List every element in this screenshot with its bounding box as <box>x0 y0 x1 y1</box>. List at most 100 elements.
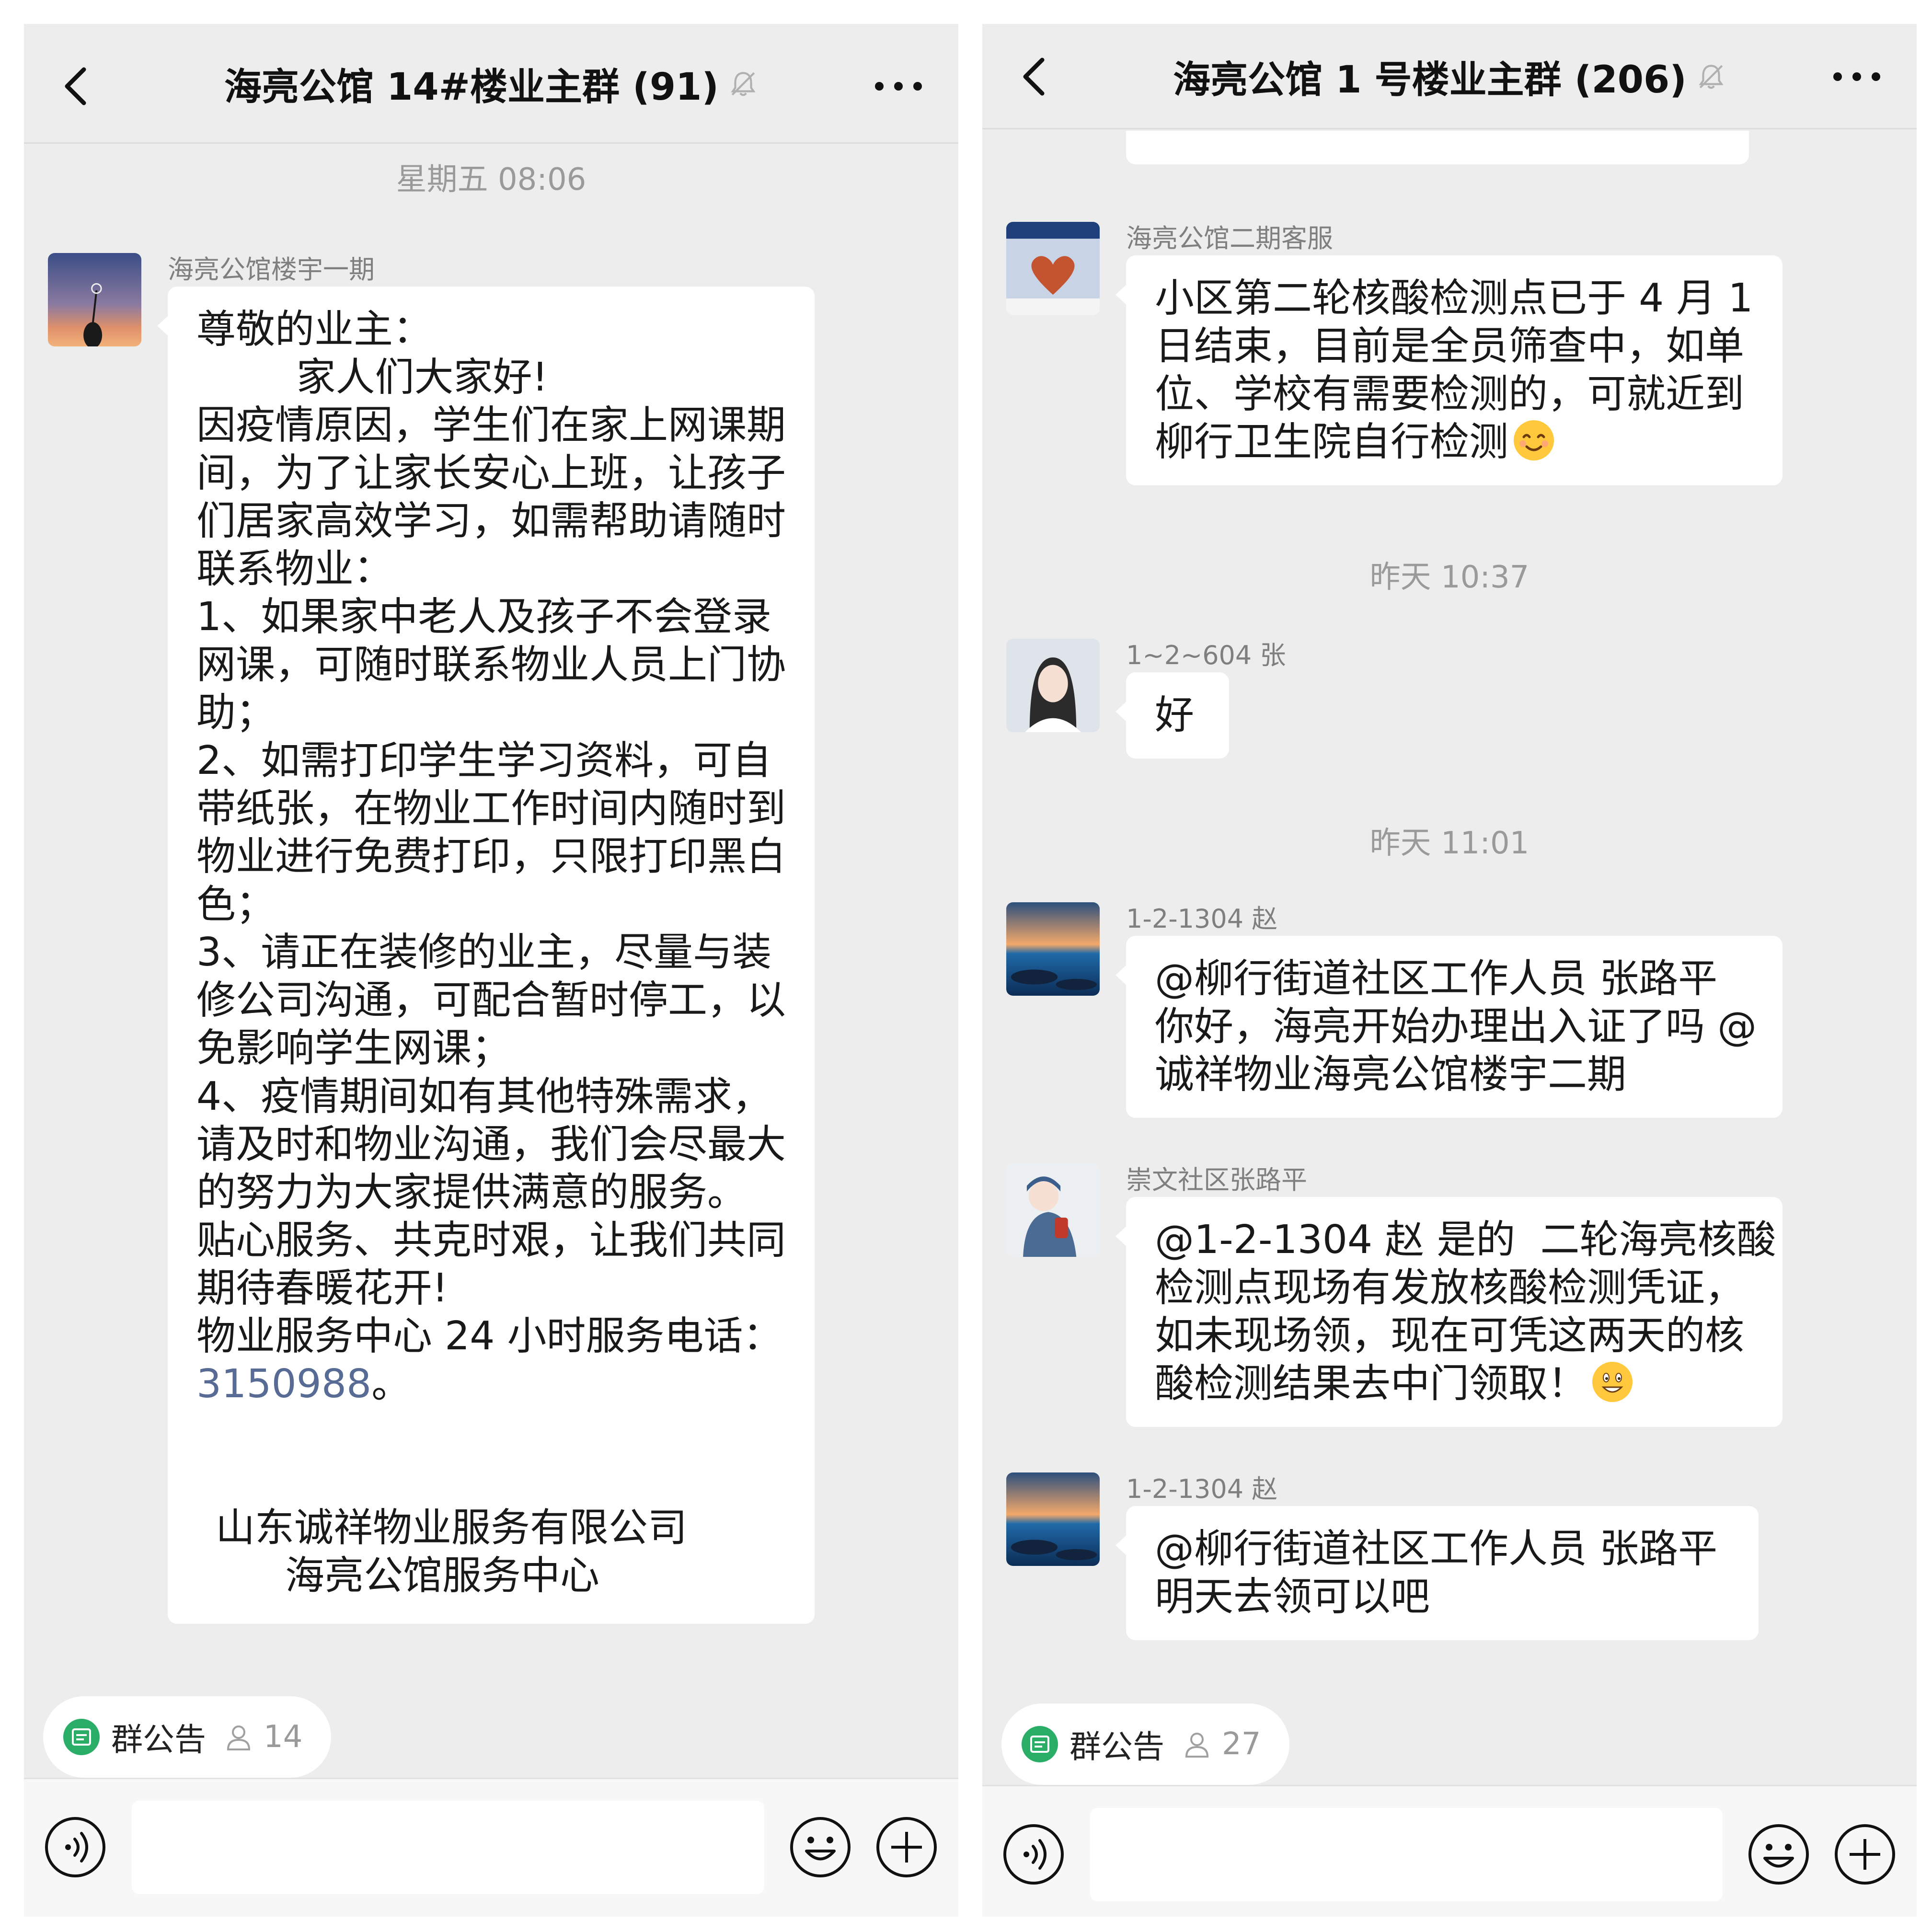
plus-icon[interactable] <box>1833 1822 1898 1887</box>
message-line: 检测点现场有发放核酸检测凭证， <box>1155 1265 1745 1311</box>
phone-line: 3150988。 <box>196 1360 786 1408</box>
message-line: @柳行街道社区工作人员 张路平 <box>1155 956 1718 1001</box>
back-arrow-icon[interactable] <box>53 58 101 115</box>
message-line: 小区第二轮核酸检测点已于 4 月 1 <box>1155 276 1753 321</box>
smile-emoji-icon <box>1514 420 1554 461</box>
notice-label: 群公告 <box>111 1721 206 1758</box>
more-dots-icon[interactable] <box>1830 62 1883 91</box>
sender-name: 1~2~604 张 <box>1126 640 1286 670</box>
message-line: 免影响学生网课； <box>196 1025 511 1071</box>
avatar[interactable] <box>1006 1163 1100 1257</box>
message-bubble[interactable]: 好 <box>1116 672 1229 759</box>
message-line: 4、疫情期间如有其他特殊需求， <box>196 1073 772 1119</box>
message-line: 请及时和物业沟通，我们会尽最大 <box>196 1121 786 1167</box>
voice-icon[interactable] <box>1001 1822 1066 1887</box>
nav-bar: 海亮公馆 1 号楼业主群 (206) <box>982 24 1917 129</box>
message-bubble-partial <box>1126 131 1749 164</box>
notice-label: 群公告 <box>1070 1728 1164 1765</box>
input-bar <box>24 1778 958 1917</box>
notice-icon <box>1022 1726 1058 1762</box>
message-line: 网课，可随时联系物业人员上门协 <box>196 642 786 688</box>
mute-bell-icon <box>1699 65 1724 89</box>
message-bubble[interactable]: @柳行街道社区工作人员 张路平 你好，海亮开始办理出入证了吗 @ 诚祥物业海亮公… <box>1116 936 1782 1118</box>
group-notice-chip[interactable]: 群公告 14 <box>43 1696 332 1778</box>
message-line-text: 酸检测结果去中门领取！ <box>1155 1361 1587 1407</box>
message-line: 柳行卫生院自行检测 <box>1155 418 1754 466</box>
avatar[interactable] <box>1006 222 1100 315</box>
message-line-text: 柳行卫生院自行检测 <box>1155 419 1509 465</box>
avatar[interactable] <box>1006 902 1100 996</box>
message-line: 因疫情原因，学生们在家上网课期 <box>196 402 786 448</box>
phone-suffix: 。 <box>371 1361 411 1407</box>
timestamp: 昨天 10:37 <box>1369 560 1530 595</box>
sender-name: 海亮公馆二期客服 <box>1126 223 1333 253</box>
message-line: 明天去领可以吧 <box>1155 1574 1430 1620</box>
group-notice-chip[interactable]: 群公告 27 <box>1001 1703 1290 1785</box>
avatar[interactable] <box>1006 639 1100 732</box>
message-line: 物业服务中心 24 小时服务电话： <box>196 1313 782 1359</box>
message-line: 贴心服务、共克时艰，让我们共同 <box>196 1217 786 1263</box>
grin-emoji-icon <box>1592 1362 1633 1403</box>
message-line: 带纸张，在物业工作时间内随时到 <box>196 786 786 832</box>
message-line: 2、如需打印学生学习资料，可自 <box>196 738 772 784</box>
signature-company: 山东诚祥物业服务有限公司 <box>216 1505 688 1551</box>
mute-bell-icon <box>731 72 756 96</box>
message-line: 尊敬的业主： <box>196 307 433 352</box>
emoji-icon[interactable] <box>1747 1822 1811 1887</box>
message-line: @1-2-1304 赵 是的 二轮海亮核酸 <box>1155 1217 1776 1263</box>
message-line: 物业进行免费打印，只限打印黑白 <box>196 834 786 880</box>
avatar[interactable] <box>1006 1472 1100 1566</box>
message-line: 日结束，目前是全员筛查中，如单 <box>1155 323 1745 369</box>
message-line: 好 <box>1155 692 1195 738</box>
message-line: 1、如果家中老人及孩子不会登录 <box>196 594 772 640</box>
message-line: @柳行街道社区工作人员 张路平 <box>1155 1526 1718 1572</box>
emoji-icon[interactable] <box>788 1815 853 1880</box>
message-line: 如未现场领，现在可凭这两天的核 <box>1155 1313 1745 1359</box>
chat-title: 海亮公馆 1 号楼业主群 (206) <box>1173 58 1687 102</box>
message-line: 家人们大家好! <box>196 355 548 401</box>
sender-name: 1-2-1304 赵 <box>1126 904 1278 934</box>
message-bubble[interactable]: 尊敬的业主： 家人们大家好! 因疫情原因，学生们在家上网课期 间，为了让家长安心… <box>157 287 815 1624</box>
notice-count: 14 <box>264 1719 303 1755</box>
avatar[interactable] <box>48 253 141 346</box>
back-arrow-icon[interactable] <box>1011 48 1059 105</box>
voice-icon[interactable] <box>43 1815 108 1880</box>
timestamp: 昨天 11:01 <box>1369 826 1530 861</box>
signature-center: 海亮公馆服务中心 <box>285 1552 600 1598</box>
nav-title-group: 海亮公馆 1 号楼业主群 (206) <box>1107 24 1792 129</box>
member-icon <box>1185 1733 1209 1758</box>
message-bubble[interactable]: 小区第二轮核酸检测点已于 4 月 1 日结束，目前是全员筛查中，如单 位、学校有… <box>1116 255 1782 486</box>
message-line: 期待春暖花开! <box>196 1265 448 1311</box>
sender-name: 崇文社区张路平 <box>1126 1165 1307 1195</box>
plus-icon[interactable] <box>874 1815 939 1880</box>
message-line: 你好，海亮开始办理出入证了吗 @ <box>1155 1004 1757 1050</box>
group-notice-bar: 群公告 27 <box>982 1687 1917 1802</box>
message-input[interactable] <box>132 1801 764 1894</box>
sender-name: 1-2-1304 赵 <box>1126 1474 1278 1504</box>
message-line: 3、请正在装修的业主，尽量与装 <box>196 930 772 976</box>
chat-screen-left: 海亮公馆 14#楼业主群 (91) 星期五 08:06 海亮公馆楼宇一期 尊敬的… <box>24 24 958 1917</box>
input-bar <box>982 1785 1917 1917</box>
more-dots-icon[interactable] <box>872 72 925 101</box>
message-line: 间，为了让家长安心上班，让孩子 <box>196 450 786 496</box>
message-line: 诚祥物业海亮公馆楼宇二期 <box>1155 1052 1627 1098</box>
nav-bar: 海亮公馆 14#楼业主群 (91) <box>24 24 958 144</box>
group-notice-bar: 群公告 14 <box>24 1679 958 1794</box>
message-line: 位、学校有需要检测的，可就近到 <box>1155 371 1745 417</box>
phone-link[interactable]: 3150988 <box>196 1361 371 1407</box>
message-line: 联系物业： <box>196 546 393 592</box>
chat-screen-right: 海亮公馆 1 号楼业主群 (206) 海亮公馆二期客服 小区第二轮核酸检测点已于… <box>982 24 1917 1917</box>
message-list[interactable]: 星期五 08:06 海亮公馆楼宇一期 尊敬的业主： 家人们大家好! 因疫情原因，… <box>24 145 958 1679</box>
message-bubble[interactable]: @1-2-1304 赵 是的 二轮海亮核酸 检测点现场有发放核酸检测凭证， 如未… <box>1116 1197 1782 1427</box>
notice-count: 27 <box>1222 1726 1261 1762</box>
message-line: 色； <box>196 882 276 928</box>
message-line: 们居家高效学习，如需帮助请随时 <box>196 498 786 544</box>
chat-title: 海亮公馆 14#楼业主群 (91) <box>224 66 719 109</box>
nav-title-group: 海亮公馆 14#楼业主群 (91) <box>149 24 834 144</box>
message-input[interactable] <box>1090 1808 1723 1901</box>
message-line: 助； <box>196 690 276 736</box>
message-bubble[interactable]: @柳行街道社区工作人员 张路平 明天去领可以吧 <box>1116 1506 1759 1641</box>
message-line: 修公司沟通，可配合暂时停工，以 <box>196 978 786 1024</box>
message-list[interactable]: 海亮公馆二期客服 小区第二轮核酸检测点已于 4 月 1 日结束，目前是全员筛查中… <box>982 131 1917 1688</box>
